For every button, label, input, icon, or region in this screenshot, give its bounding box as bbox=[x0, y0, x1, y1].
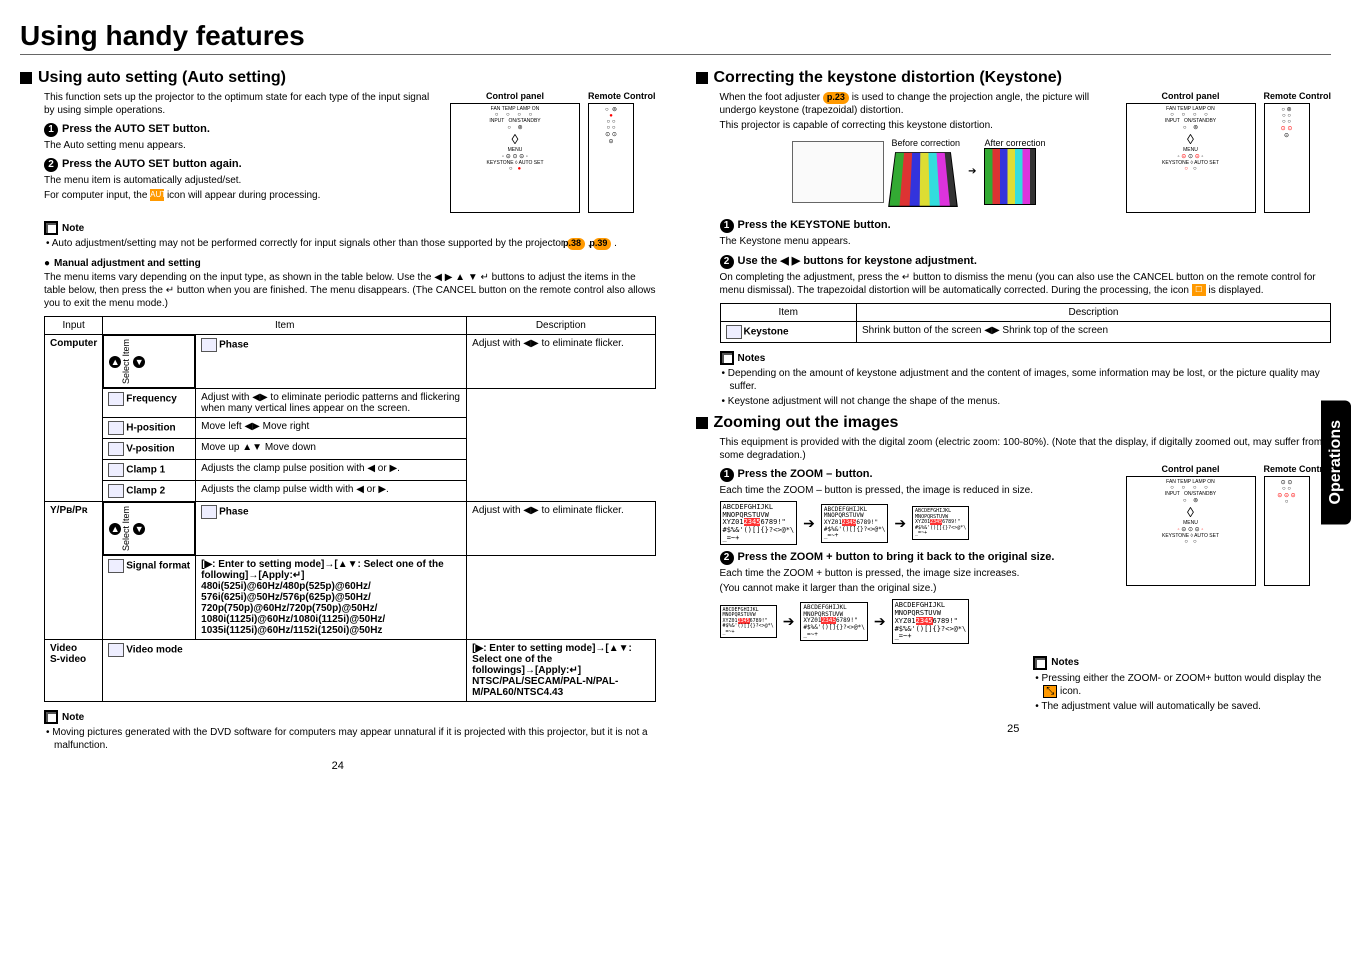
desc-phase: Adjust with ◀▶ to eliminate flicker. bbox=[467, 335, 655, 389]
zoom-panel-label: Control panel bbox=[1126, 464, 1256, 474]
keystone-diagrams: Control panel FAN TEMP LAMP ON○ ○ ○ ○ IN… bbox=[1126, 91, 1332, 213]
zoom-note-2: The adjustment value will automatically … bbox=[1033, 700, 1331, 713]
control-panel-diagram: FAN TEMP LAMP ON ○ ○ ○ ○ INPUT ON/STANDB… bbox=[450, 103, 580, 213]
kst-th-desc: Description bbox=[856, 304, 1330, 322]
note-body: Auto adjustment/setting may not be perfo… bbox=[44, 237, 656, 250]
page-ref-23: p.23 bbox=[823, 92, 849, 104]
before-label: Before correction bbox=[892, 138, 961, 148]
zoom-sample-3: ABCDEFGHIJKLMNOPQRSTUVWXYZ0123456789!"#$… bbox=[912, 506, 969, 540]
zoom-control-panel: FAN TEMP LAMP ON○ ○ ○ ○ INPUT ON/STANDBY… bbox=[1126, 476, 1256, 586]
page-number-right: 25 bbox=[696, 723, 1332, 735]
kst-step-1-body: The Keystone menu appears. bbox=[720, 235, 1332, 248]
page-main-title: Using handy features bbox=[20, 20, 1331, 55]
item-clamp1: Clamp 1 bbox=[103, 460, 196, 481]
arrow-icon: ➔ bbox=[874, 613, 886, 630]
item-videomode: Video mode bbox=[103, 640, 467, 702]
kst-step-1: 1Press the KEYSTONE button. bbox=[720, 219, 1332, 233]
section-auto-setting-title: Using auto setting (Auto setting) bbox=[20, 69, 656, 87]
kst-control-panel: FAN TEMP LAMP ON○ ○ ○ ○ INPUT ON/STANDBY… bbox=[1126, 103, 1256, 213]
zoom-intro: This equipment is provided with the digi… bbox=[720, 436, 1332, 462]
side-tab-operations: Operations bbox=[1321, 400, 1351, 524]
zoom-sample-1: ABCDEFGHIJKLMNOPQRSTUVWXYZ0123456789!"#$… bbox=[720, 501, 798, 545]
up-down-icon: ▲ bbox=[109, 356, 121, 368]
desc-vpos: Move up ▲▼ Move down bbox=[196, 439, 467, 460]
section-keystone-title: Correcting the keystone distortion (Keys… bbox=[696, 69, 1332, 87]
kst-row-item: Keystone bbox=[720, 322, 856, 343]
zoom-diagrams: Control panel FAN TEMP LAMP ON○ ○ ○ ○ IN… bbox=[1126, 464, 1332, 586]
manual-body: The menu items vary depending on the inp… bbox=[44, 271, 656, 310]
kst-step-2-body: On completing the adjustment, press the … bbox=[720, 271, 1332, 297]
zoom-remote-diagram: ⊙ ⊙○ ○⊝ ⊝ ⊝○ bbox=[1264, 476, 1310, 586]
keystone-table: ItemDescription KeystoneShrink button of… bbox=[720, 303, 1332, 343]
note2-heading: Note bbox=[44, 710, 656, 724]
processing-icon: ☐ bbox=[1192, 284, 1206, 296]
left-page: Using auto setting (Auto setting) Contro… bbox=[20, 63, 656, 772]
zoom-notes-heading: Notes bbox=[1033, 656, 1331, 670]
arrow-icon: ➔ bbox=[783, 613, 795, 630]
kst-step-2: 2Use the ◀ ▶ buttons for keystone adjust… bbox=[720, 254, 1332, 269]
keystone-illustration: Before correction ➔ After correction bbox=[720, 138, 1118, 205]
arrow-icon: ➔ bbox=[894, 515, 906, 532]
kst-remote-diagram: ○ ⊚○ ○○ ○⊙ ⊙⊝ bbox=[1264, 103, 1310, 213]
item-signalformat: Signal format bbox=[103, 556, 196, 640]
after-label: After correction bbox=[984, 138, 1045, 148]
auto-icon: AUTO bbox=[150, 189, 164, 201]
item-phase: Phase bbox=[196, 335, 467, 389]
desc-hpos: Move left ◀▶ Move right bbox=[196, 418, 467, 439]
manual-heading: Manual adjustment and setting bbox=[44, 258, 656, 269]
note-heading: Note bbox=[44, 221, 656, 235]
desc-phase2: Adjust with ◀▶ to eliminate flicker. bbox=[467, 502, 655, 556]
right-page: Correcting the keystone distortion (Keys… bbox=[696, 63, 1332, 772]
zoom-display-icon: ⤡ bbox=[1043, 685, 1057, 698]
section-zoom-title: Zooming out the images bbox=[696, 414, 1332, 432]
th-item: Item bbox=[103, 317, 467, 335]
zoom-out-samples: ABCDEFGHIJKLMNOPQRSTUVWXYZ0123456789!"#$… bbox=[720, 501, 1118, 545]
arrow-icon: ➔ bbox=[968, 166, 976, 177]
kst-row-desc: Shrink button of the screen ◀▶ Shrink to… bbox=[856, 322, 1330, 343]
arrow-icon: ➔ bbox=[803, 515, 815, 532]
zoom-sample-2: ABCDEFGHIJKLMNOPQRSTUVWXYZ0123456789!"#$… bbox=[821, 504, 888, 543]
note2-body: Moving pictures generated with the DVD s… bbox=[44, 726, 656, 752]
remote-control-diagram: ○ ⊚●○ ○○ ○⊙ ⊙⊝ bbox=[588, 103, 634, 213]
kst-note-1: Depending on the amount of keystone adju… bbox=[720, 367, 1332, 393]
zoom-note-1: Pressing either the ZOOM- or ZOOM+ butto… bbox=[1033, 672, 1331, 698]
desc-signalformat: [▶: Enter to setting mode]→[▲▼: Select o… bbox=[196, 556, 467, 640]
kst-notes-heading: Notes bbox=[720, 351, 1332, 365]
row-input-computer: Computer bbox=[45, 335, 103, 502]
page-ref-39: p.39 bbox=[593, 238, 611, 250]
item-frequency: Frequency bbox=[103, 389, 196, 418]
zoom-sample-s3: ABCDEFGHIJKLMNOPQRSTUVWXYZ0123456789!"#$… bbox=[892, 599, 970, 643]
control-panel-label: Control panel bbox=[450, 91, 580, 101]
page-ref-38: p.38 bbox=[567, 238, 585, 250]
desc-clamp1: Adjusts the clamp pulse position with ◀ … bbox=[196, 460, 467, 481]
desc-frequency: Adjust with ◀▶ to eliminate periodic pat… bbox=[196, 389, 467, 418]
zoom-in-samples: ABCDEFGHIJKLMNOPQRSTUVWXYZ0123456789!"#$… bbox=[720, 599, 1332, 643]
manual-adjust-table: Input Item Description Computer ▲Select … bbox=[44, 316, 656, 702]
th-desc: Description bbox=[467, 317, 655, 335]
item-vpos: V-position bbox=[103, 439, 196, 460]
page-number-left: 24 bbox=[20, 760, 656, 772]
projector-icon bbox=[792, 141, 884, 203]
kst-remote-label: Remote Control bbox=[1264, 91, 1332, 101]
desc-clamp2: Adjusts the clamp pulse width with ◀ or … bbox=[196, 481, 467, 502]
item-hpos: H-position bbox=[103, 418, 196, 439]
control-diagrams: Control panel FAN TEMP LAMP ON ○ ○ ○ ○ I… bbox=[450, 91, 656, 213]
item-clamp2: Clamp 2 bbox=[103, 481, 196, 502]
row-input-ypbpr: Y/Pʙ/Pʀ bbox=[45, 502, 103, 640]
up-down-icon: ▼ bbox=[133, 356, 145, 368]
zoom-sample-s1: ABCDEFGHIJKLMNOPQRSTUVWXYZ0123456789!"#$… bbox=[720, 605, 777, 639]
select-item-label: Select Item bbox=[121, 339, 131, 384]
row-input-video: Video S-video bbox=[45, 640, 103, 702]
desc-videomode: [▶: Enter to setting mode]→[▲▼: Select o… bbox=[467, 640, 655, 702]
zoom-sample-s2: ABCDEFGHIJKLMNOPQRSTUVWXYZ0123456789!"#$… bbox=[800, 602, 867, 641]
th-input: Input bbox=[45, 317, 103, 335]
remote-control-label: Remote Control bbox=[588, 91, 656, 101]
kst-th-item: Item bbox=[720, 304, 856, 322]
kst-panel-label: Control panel bbox=[1126, 91, 1256, 101]
kst-note-2: Keystone adjustment will not change the … bbox=[720, 395, 1332, 408]
item-phase2: Phase bbox=[196, 502, 467, 556]
